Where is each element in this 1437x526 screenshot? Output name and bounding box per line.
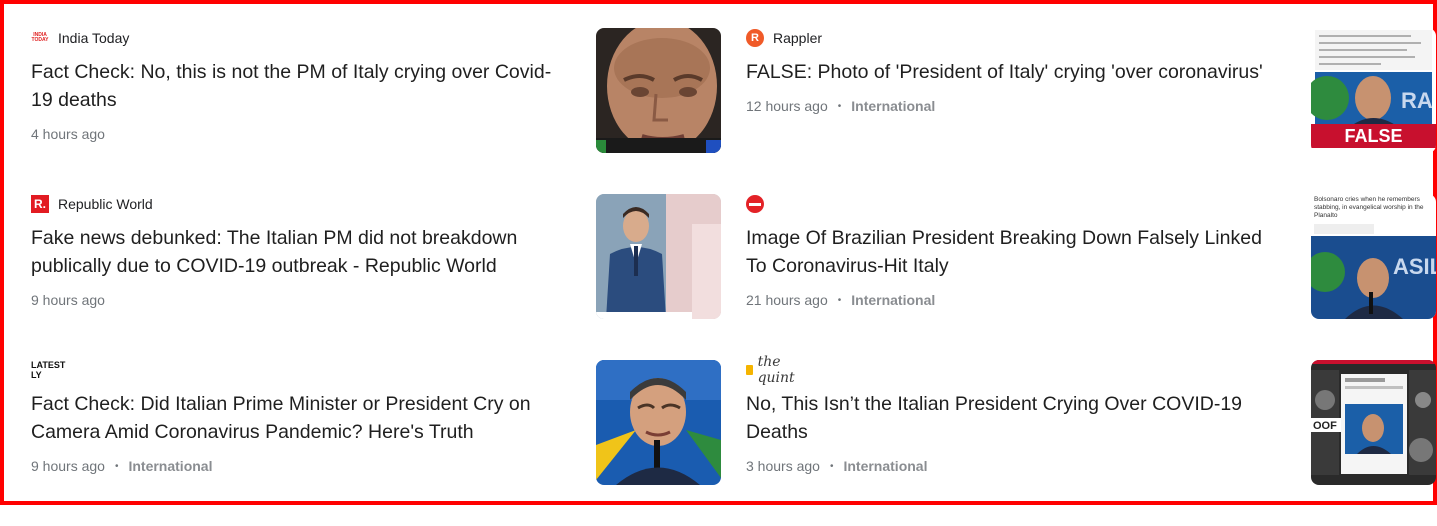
thumbnail-image[interactable] [596, 360, 721, 485]
india-today-logo-icon: INDIA TODAY [31, 32, 49, 43]
timestamp: 9 hours ago [31, 292, 105, 308]
svg-text:RA: RA [1401, 88, 1433, 113]
publisher-logo-icon [746, 195, 764, 213]
news-card[interactable]: Image Of Brazilian President Breaking Do… [746, 194, 1436, 360]
svg-text:ASIL: ASIL [1393, 254, 1436, 279]
category-label: International [843, 458, 928, 474]
quint-flag-icon [746, 365, 753, 375]
thumbnail-image[interactable]: OOF [1311, 360, 1436, 485]
source-name: Rappler [773, 30, 823, 46]
news-card[interactable]: the quint No, This Isn’t the Italian Pre… [746, 354, 1436, 526]
separator-dot: • [837, 100, 842, 112]
category-label: International [851, 292, 936, 308]
news-card[interactable]: LATEST LY Fact Check: Did Italian Prime … [31, 360, 721, 526]
rappler-logo-icon: R [746, 29, 764, 47]
separator-dot: • [837, 294, 842, 306]
headline-link[interactable]: Image Of Brazilian President Breaking Do… [746, 224, 1281, 280]
timestamp: 3 hours ago [746, 458, 820, 474]
thumbnail-image[interactable] [596, 28, 721, 153]
source-name: Republic World [58, 196, 153, 212]
thumbnail-caption: Bolsonaro cries when he remembers stabbi… [1314, 196, 1424, 219]
news-card[interactable]: R. Republic World Fake news debunked: Th… [31, 194, 721, 360]
timestamp: 12 hours ago [746, 98, 828, 114]
headline-link[interactable]: Fact Check: No, this is not the PM of It… [31, 58, 566, 114]
the-quint-logo-icon: the quint [746, 354, 818, 386]
source-name: India Today [58, 30, 130, 46]
thumbnail-image[interactable]: Bolsonaro cries when he remembers stabbi… [1311, 194, 1436, 319]
headline-link[interactable]: No, This Isn’t the Italian President Cry… [746, 390, 1281, 446]
timestamp: 21 hours ago [746, 292, 828, 308]
timestamp: 9 hours ago [31, 458, 105, 474]
latestly-logo-icon: LATEST LY [31, 360, 66, 380]
category-label: International [128, 458, 213, 474]
republic-world-logo-icon: R. [31, 195, 49, 213]
thumbnail-image[interactable] [596, 194, 721, 319]
headline-link[interactable]: FALSE: Photo of 'President of Italy' cry… [746, 58, 1281, 86]
thumbnail-image[interactable]: RA FALSE [1311, 28, 1436, 153]
headline-link[interactable]: Fact Check: Did Italian Prime Minister o… [31, 390, 566, 446]
news-card[interactable]: R Rappler FALSE: Photo of 'President of … [746, 28, 1436, 194]
separator-dot: • [114, 460, 119, 472]
separator-dot: • [829, 460, 834, 472]
svg-text:OOF: OOF [1313, 420, 1337, 432]
timestamp: 4 hours ago [31, 126, 105, 142]
news-card[interactable]: INDIA TODAY India Today Fact Check: No, … [31, 28, 721, 194]
category-label: International [851, 98, 936, 114]
headline-link[interactable]: Fake news debunked: The Italian PM did n… [31, 224, 566, 280]
false-badge: FALSE [1344, 126, 1402, 146]
